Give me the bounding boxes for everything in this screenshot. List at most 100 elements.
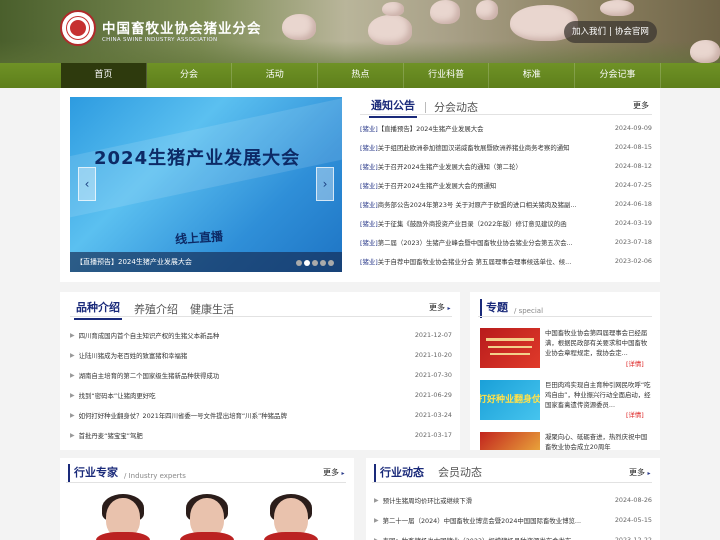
breeds-more-link[interactable]: 更多 ▸ bbox=[429, 302, 451, 313]
list-item[interactable]: [猪业]关于组团赴欧洲参加德国汉诺威畜牧展暨欧洲养猪业商务考察的通知 2024-0… bbox=[360, 141, 652, 153]
banner-carousel[interactable]: 2024生猪产业发展大会 线上直播 ‹ › 【直播预告】2024生猪产业发展大会 bbox=[70, 97, 342, 272]
special-text-1[interactable]: 中国畜牧业协会第四届理事会已经届满，根据民政部有关要求和中国畜牧业协会章程规定，… bbox=[545, 328, 652, 358]
pig-image bbox=[368, 15, 412, 45]
list-item-text[interactable]: 关于召开2024生猪产业发展大会的通知（第二轮） bbox=[378, 163, 522, 171]
list-item-title[interactable]: [猪业]第二届（2023）生猪产业峰会暨中国畜牧业协会猪业分会第五次会... bbox=[360, 238, 573, 247]
list-item-text[interactable]: 第二届（2023）生猪产业峰会暨中国畜牧业协会猪业分会第五次会... bbox=[378, 239, 573, 247]
nav-item-science[interactable]: 行业科普 bbox=[404, 63, 490, 88]
tab-healthy-life[interactable]: 健康生活 bbox=[190, 301, 234, 320]
list-item-text[interactable]: 让陆川猪成为老百姓的致富猪和幸福猪 bbox=[79, 352, 188, 360]
list-item-title[interactable]: 让陆川猪成为老百姓的致富猪和幸福猪 bbox=[79, 351, 188, 360]
list-item-text[interactable]: 湖南自主培育的第二个国家级生猪新品种获得成功 bbox=[79, 372, 220, 380]
expert-photo[interactable] bbox=[254, 492, 328, 540]
nav-item-events[interactable]: 活动 bbox=[232, 63, 319, 88]
list-item[interactable]: ▶ 让陆川猪成为老百姓的致富猪和幸福猪 2021-10-20 bbox=[70, 349, 452, 361]
carousel-dot-active[interactable] bbox=[304, 260, 310, 266]
list-item-text[interactable]: 泰国：牧畜猪场也中国猪业（2023）规模猪场品种资源发布会发布... bbox=[383, 537, 578, 540]
official-site-link[interactable]: 协会官网 bbox=[615, 21, 649, 43]
list-item-text[interactable]: 【直播预告】2024生猪产业发展大会 bbox=[378, 125, 484, 133]
list-item-text[interactable]: 如何打好种业翻身仗？2021年四川省委一号文件提出培育“川系”种猪品牌 bbox=[79, 412, 287, 420]
nav-item-hot[interactable]: 热点 bbox=[318, 63, 404, 88]
special-thumb-1[interactable] bbox=[480, 328, 540, 368]
banner-next-icon[interactable]: › bbox=[316, 167, 334, 201]
banner-prev-icon[interactable]: ‹ bbox=[78, 167, 96, 201]
list-item[interactable]: [猪业]关于召开2024生猪产业发展大会的预通知 2024-07-25 bbox=[360, 179, 652, 191]
list-item-text[interactable]: 商务部公告2024年第23号 关于对原产于欧盟的进口相关猪肉及猪副... bbox=[378, 201, 577, 209]
carousel-dot[interactable] bbox=[328, 260, 334, 266]
tab-member-news[interactable]: 会员动态 bbox=[438, 464, 482, 483]
list-item-text[interactable]: 首批丹麦“猪宝宝”驾肥 bbox=[79, 432, 143, 440]
list-item-title[interactable]: [猪业]【直播预告】2024生猪产业发展大会 bbox=[360, 124, 484, 133]
list-item[interactable]: ▶ 四川育成国内首个自主知识产权的生猪父本新品种 2021-12-07 bbox=[70, 329, 452, 341]
carousel-dot[interactable] bbox=[312, 260, 318, 266]
carousel-dot[interactable] bbox=[320, 260, 326, 266]
list-item[interactable]: ▶ 泰国：牧畜猪场也中国猪业（2023）规模猪场品种资源发布会发布... 2023-… bbox=[374, 534, 652, 540]
list-item[interactable]: ▶ 如何打好种业翻身仗？2021年四川省委一号文件提出培育“川系”种猪品牌 2021… bbox=[70, 409, 452, 421]
list-item-title[interactable]: [猪业]关于召开2024生猪产业发展大会的预通知 bbox=[360, 181, 496, 190]
list-item[interactable]: ▶ 找到“密码本”让猪肉更好吃 2021-06-29 bbox=[70, 389, 452, 401]
join-us-link[interactable]: 加入我们 bbox=[572, 21, 606, 43]
list-item-title[interactable]: [猪业]商务部公告2024年第23号 关于对原产于欧盟的进口相关猪肉及猪副... bbox=[360, 200, 576, 209]
list-item-tag: [猪业] bbox=[360, 162, 378, 171]
list-item[interactable]: ▶ 湖南自主培育的第二个国家级生猪新品种获得成功 2021-07-30 bbox=[70, 369, 452, 381]
list-item-title[interactable]: 如何打好种业翻身仗？2021年四川省委一号文件提出培育“川系”种猪品牌 bbox=[79, 411, 287, 420]
special-detail-2[interactable]: [详情] bbox=[626, 410, 644, 419]
list-item-text[interactable]: 第二十一届（2024）中国畜牧业博览会暨2024中国国际畜牧业博览... bbox=[383, 517, 581, 525]
list-item[interactable]: [猪业]关于召开2024生猪产业发展大会的通知（第二轮） 2024-08-12 bbox=[360, 160, 652, 172]
list-item-title[interactable]: [猪业]关于征集《鼓励外商投资产业目录（2022年版）修订意见建议的函 bbox=[360, 219, 567, 228]
special-thumb-2[interactable]: 打好种业翻身仗 bbox=[480, 380, 540, 420]
carousel-dots bbox=[296, 260, 334, 266]
industry-more-link[interactable]: 更多 ▸ bbox=[629, 467, 651, 478]
special-text-2[interactable]: 巨田肉鸡实现自主育种引网民吹呼“吃鸡自由”，种业振兴行动全面启动，经国家畜禽遗传… bbox=[545, 380, 652, 410]
bullet-icon: ▶ bbox=[70, 431, 75, 439]
special-thumb-3[interactable] bbox=[480, 432, 540, 450]
experts-more-link[interactable]: 更多 ▸ bbox=[323, 467, 345, 478]
nav-item-home[interactable]: 首页 bbox=[61, 63, 147, 88]
list-item-text[interactable]: 关于组团赴欧洲参加德国汉诺威畜牧展暨欧洲养猪业商务考察的通知 bbox=[378, 144, 570, 152]
list-item-title[interactable]: 湖南自主培育的第二个国家级生猪新品种获得成功 bbox=[79, 371, 220, 380]
tab-industry-news[interactable]: 行业动态 bbox=[374, 464, 426, 483]
list-item-text[interactable]: 四川育成国内首个自主知识产权的生猪父本新品种 bbox=[79, 332, 220, 340]
list-item[interactable]: ▶ 第二十一届（2024）中国畜牧业博览会暨2024中国国际畜牧业博览... 202… bbox=[374, 514, 652, 526]
list-item[interactable]: ▶ 首批丹麦“猪宝宝”驾肥 2021-03-17 bbox=[70, 429, 452, 441]
list-item[interactable]: [猪业]关于自荐中国畜牧业协会猪业分会 第五届理事会理事候选单位、候... 202… bbox=[360, 255, 652, 267]
list-item-title[interactable]: [猪业]关于组团赴欧洲参加德国汉诺威畜牧展暨欧洲养猪业商务考察的通知 bbox=[360, 143, 570, 152]
pig-image bbox=[430, 0, 460, 24]
list-item-title[interactable]: 四川育成国内首个自主知识产权的生猪父本新品种 bbox=[79, 331, 220, 340]
list-item-title[interactable]: 首批丹麦“猪宝宝”驾肥 bbox=[79, 431, 143, 440]
chevron-right-icon: ▸ bbox=[447, 305, 451, 312]
tab-breeding[interactable]: 养殖介绍 bbox=[134, 301, 178, 320]
list-item[interactable]: [猪业]商务部公告2024年第23号 关于对原产于欧盟的进口相关猪肉及猪副...… bbox=[360, 198, 652, 210]
expert-photo[interactable] bbox=[86, 492, 160, 540]
banner-live-text: 线上直播 bbox=[174, 229, 224, 247]
list-item-text[interactable]: 找到“密码本”让猪肉更好吃 bbox=[79, 392, 156, 400]
association-logo[interactable] bbox=[60, 10, 96, 46]
nav-item-records[interactable]: 分会记事 bbox=[575, 63, 661, 88]
notice-more-link[interactable]: 更多 bbox=[633, 100, 649, 111]
list-item-text[interactable]: 预计生猪周均价环比或继续下滑 bbox=[383, 497, 472, 505]
list-item-title[interactable]: [猪业]关于自荐中国畜牧业协会猪业分会 第五届理事会理事候选单位、候... bbox=[360, 257, 571, 266]
bullet-icon: ▶ bbox=[374, 536, 379, 540]
nav-item-standards[interactable]: 标准 bbox=[489, 63, 576, 88]
list-item-title[interactable]: 第二十一届（2024）中国畜牧业博览会暨2024中国国际畜牧业博览... bbox=[383, 516, 581, 525]
list-item-title[interactable]: [猪业]关于召开2024生猪产业发展大会的通知（第二轮） bbox=[360, 162, 522, 171]
tab-experts[interactable]: 行业专家 bbox=[68, 464, 120, 483]
list-item[interactable]: ▶ 预计生猪周均价环比或继续下滑 2024-08-26 bbox=[374, 494, 652, 506]
list-item-text[interactable]: 关于自荐中国畜牧业协会猪业分会 第五届理事会理事候选单位、候... bbox=[378, 258, 571, 266]
expert-photo[interactable] bbox=[170, 492, 244, 540]
list-item[interactable]: [猪业]【直播预告】2024生猪产业发展大会 2024-09-09 bbox=[360, 122, 652, 134]
list-item-title[interactable]: 泰国：牧畜猪场也中国猪业（2023）规模猪场品种资源发布会发布... bbox=[383, 536, 578, 540]
special-detail-1[interactable]: [详情] bbox=[626, 359, 644, 368]
list-item-title[interactable]: 预计生猪周均价环比或继续下滑 bbox=[383, 496, 472, 505]
tab-branch-news[interactable]: 分会动态 bbox=[434, 99, 478, 118]
carousel-dot[interactable] bbox=[296, 260, 302, 266]
list-item-date: 2021-07-30 bbox=[414, 371, 452, 379]
list-item-text[interactable]: 关于征集《鼓励外商投资产业目录（2022年版）修订意见建议的函 bbox=[378, 220, 567, 228]
special-text-3[interactable]: 凝聚向心、砥砺奋进，热烈庆祝中国畜牧业协会成立20周年 bbox=[545, 432, 652, 450]
list-item-text[interactable]: 关于召开2024生猪产业发展大会的预通知 bbox=[378, 182, 497, 190]
nav-item-branch[interactable]: 分会 bbox=[147, 63, 233, 88]
list-item-tag: [猪业] bbox=[360, 143, 378, 152]
list-item[interactable]: [猪业]第二届（2023）生猪产业峰会暨中国畜牧业协会猪业分会第五次会... 20… bbox=[360, 236, 652, 248]
list-item[interactable]: [猪业]关于征集《鼓励外商投资产业目录（2022年版）修订意见建议的函 2024-… bbox=[360, 217, 652, 229]
list-item-title[interactable]: 找到“密码本”让猪肉更好吃 bbox=[79, 391, 156, 400]
